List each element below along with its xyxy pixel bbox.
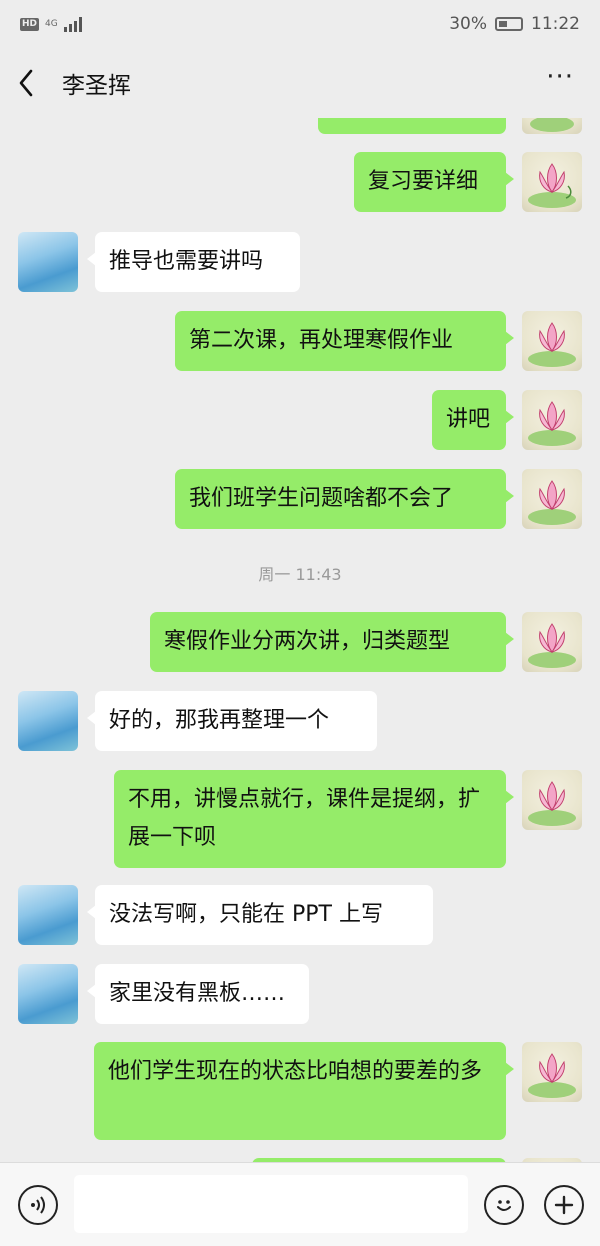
status-left: HD 4G [20, 16, 82, 32]
message-bubble[interactable]: 家里没有黑板…… [87, 964, 309, 1024]
message-bubble[interactable]: 我们班学生问题啥都不会了 [175, 469, 514, 529]
my-avatar[interactable] [522, 770, 582, 830]
message-bubble[interactable]: 复习要详细 [354, 152, 514, 212]
my-avatar[interactable] [522, 390, 582, 450]
chevron-left-icon [19, 69, 33, 97]
my-avatar[interactable] [522, 311, 582, 371]
lotus-avatar-image [528, 163, 576, 208]
my-avatar[interactable] [522, 118, 582, 134]
status-bar: HD 4G 30% 11:22 [0, 0, 600, 48]
my-avatar[interactable] [522, 612, 582, 672]
contact-avatar[interactable] [18, 691, 78, 751]
contact-avatar[interactable] [18, 885, 78, 945]
network-type: 4G [45, 18, 58, 29]
plus-button[interactable] [544, 1185, 584, 1225]
chat-area[interactable]: 复习要详细 推导也需要讲吗 第二次课，再处理寒假作业 讲吧 我们班学生问题啥都不… [0, 118, 600, 1162]
message-bubble[interactable]: 好的，那我再整理一个 [87, 691, 377, 751]
input-bar [0, 1162, 600, 1246]
battery-icon [495, 17, 523, 31]
message-bubble[interactable]: 推导也需要讲吗 [87, 232, 300, 292]
contact-avatar[interactable] [18, 232, 78, 292]
message-bubble[interactable] [318, 118, 506, 134]
battery-percent: 30% [449, 14, 487, 34]
more-options-button[interactable]: ··· [546, 62, 574, 92]
chat-title: 李圣挥 [62, 73, 131, 99]
message-bubble[interactable]: 第二次课，再处理寒假作业 [175, 311, 514, 371]
my-avatar[interactable] [522, 1042, 582, 1102]
my-avatar[interactable] [522, 152, 582, 212]
hd-badge: HD [20, 17, 40, 31]
message-bubble[interactable]: 他们学生现在的状态比咱想的要差的多 [94, 1042, 514, 1140]
network-label: 4G [45, 18, 58, 29]
signal-icon [63, 16, 82, 32]
message-bubble[interactable]: 寒假作业分两次讲，归类题型 [150, 612, 514, 672]
message-bubble[interactable]: 没法写啊，只能在 PPT 上写 [87, 885, 433, 945]
back-button[interactable] [18, 63, 48, 103]
plus-icon [554, 1195, 574, 1215]
message-input[interactable] [74, 1175, 468, 1233]
clock: 11:22 [531, 14, 580, 34]
emoji-button[interactable] [484, 1185, 524, 1225]
message-bubble[interactable]: 不用，讲慢点就行，课件是提纲，扩展一下呗 [114, 770, 514, 868]
timestamp: 周一 11:43 [258, 565, 342, 584]
voice-button[interactable] [18, 1185, 58, 1225]
emoji-icon [497, 1200, 511, 1211]
chat-header: 李圣挥 ··· [0, 48, 600, 118]
my-avatar[interactable] [522, 469, 582, 529]
message-bubble[interactable]: 讲吧 [432, 390, 514, 450]
voice-icon [31, 1196, 45, 1214]
status-right: 30% 11:22 [449, 14, 580, 34]
contact-avatar[interactable] [18, 964, 78, 1024]
